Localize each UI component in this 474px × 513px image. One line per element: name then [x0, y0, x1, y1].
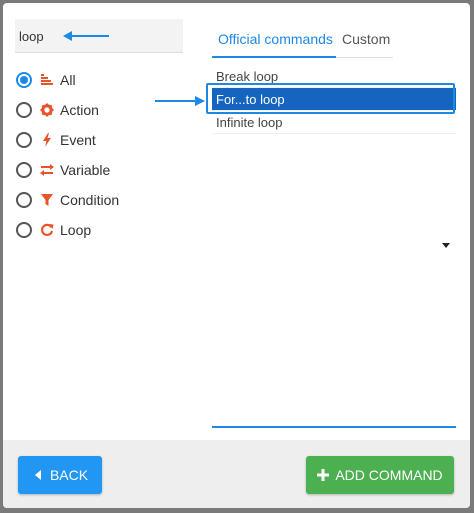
filter-all[interactable]: All	[16, 65, 176, 95]
filter-radio-group: All Action Event Variable Condition Loop	[16, 65, 176, 245]
filter-label: Event	[60, 132, 96, 148]
filter-variable[interactable]: Variable	[16, 155, 176, 185]
annotation-arrow-right-icon	[155, 96, 205, 106]
filter-condition[interactable]: Condition	[16, 185, 176, 215]
plus-icon	[317, 469, 330, 481]
dialog-footer: BACK ADD COMMAND	[3, 440, 470, 508]
radio-all[interactable]	[16, 72, 32, 88]
radio-condition[interactable]	[16, 192, 32, 208]
radio-event[interactable]	[16, 132, 32, 148]
radio-variable[interactable]	[16, 162, 32, 178]
filter-label: Loop	[60, 222, 92, 238]
add-command-dialog: All Action Event Variable	[3, 3, 470, 508]
add-command-button-label: ADD COMMAND	[335, 467, 443, 483]
bolt-icon	[40, 133, 54, 147]
selection-highlight-box	[206, 83, 455, 114]
filter-label: Action	[60, 102, 99, 118]
list-icon	[40, 73, 54, 87]
radio-action[interactable]	[16, 102, 32, 118]
tab-official-commands[interactable]: Official commands	[218, 31, 333, 47]
gear-icon	[40, 103, 54, 117]
caret-left-icon	[34, 470, 41, 480]
command-tabs: Official commands Custom	[212, 25, 393, 58]
add-command-button[interactable]: ADD COMMAND	[306, 456, 454, 494]
filter-label: All	[60, 72, 76, 88]
search-box	[15, 19, 183, 53]
radio-loop[interactable]	[16, 222, 32, 238]
command-item[interactable]: Infinite loop	[212, 111, 456, 134]
list-bottom-border	[212, 426, 456, 428]
annotation-arrow-left-icon	[63, 31, 109, 41]
filter-label: Variable	[60, 162, 111, 178]
back-button[interactable]: BACK	[18, 456, 102, 494]
swap-icon	[40, 163, 54, 177]
caret-down-icon[interactable]	[442, 243, 450, 248]
active-tab-indicator	[212, 56, 336, 58]
filter-action[interactable]: Action	[16, 95, 176, 125]
filter-event[interactable]: Event	[16, 125, 176, 155]
refresh-icon	[40, 223, 54, 237]
tab-custom[interactable]: Custom	[342, 31, 390, 47]
filter-label: Condition	[60, 192, 120, 208]
filter-loop[interactable]: Loop	[16, 215, 176, 245]
filter-icon	[40, 193, 54, 207]
back-button-label: BACK	[49, 467, 89, 483]
